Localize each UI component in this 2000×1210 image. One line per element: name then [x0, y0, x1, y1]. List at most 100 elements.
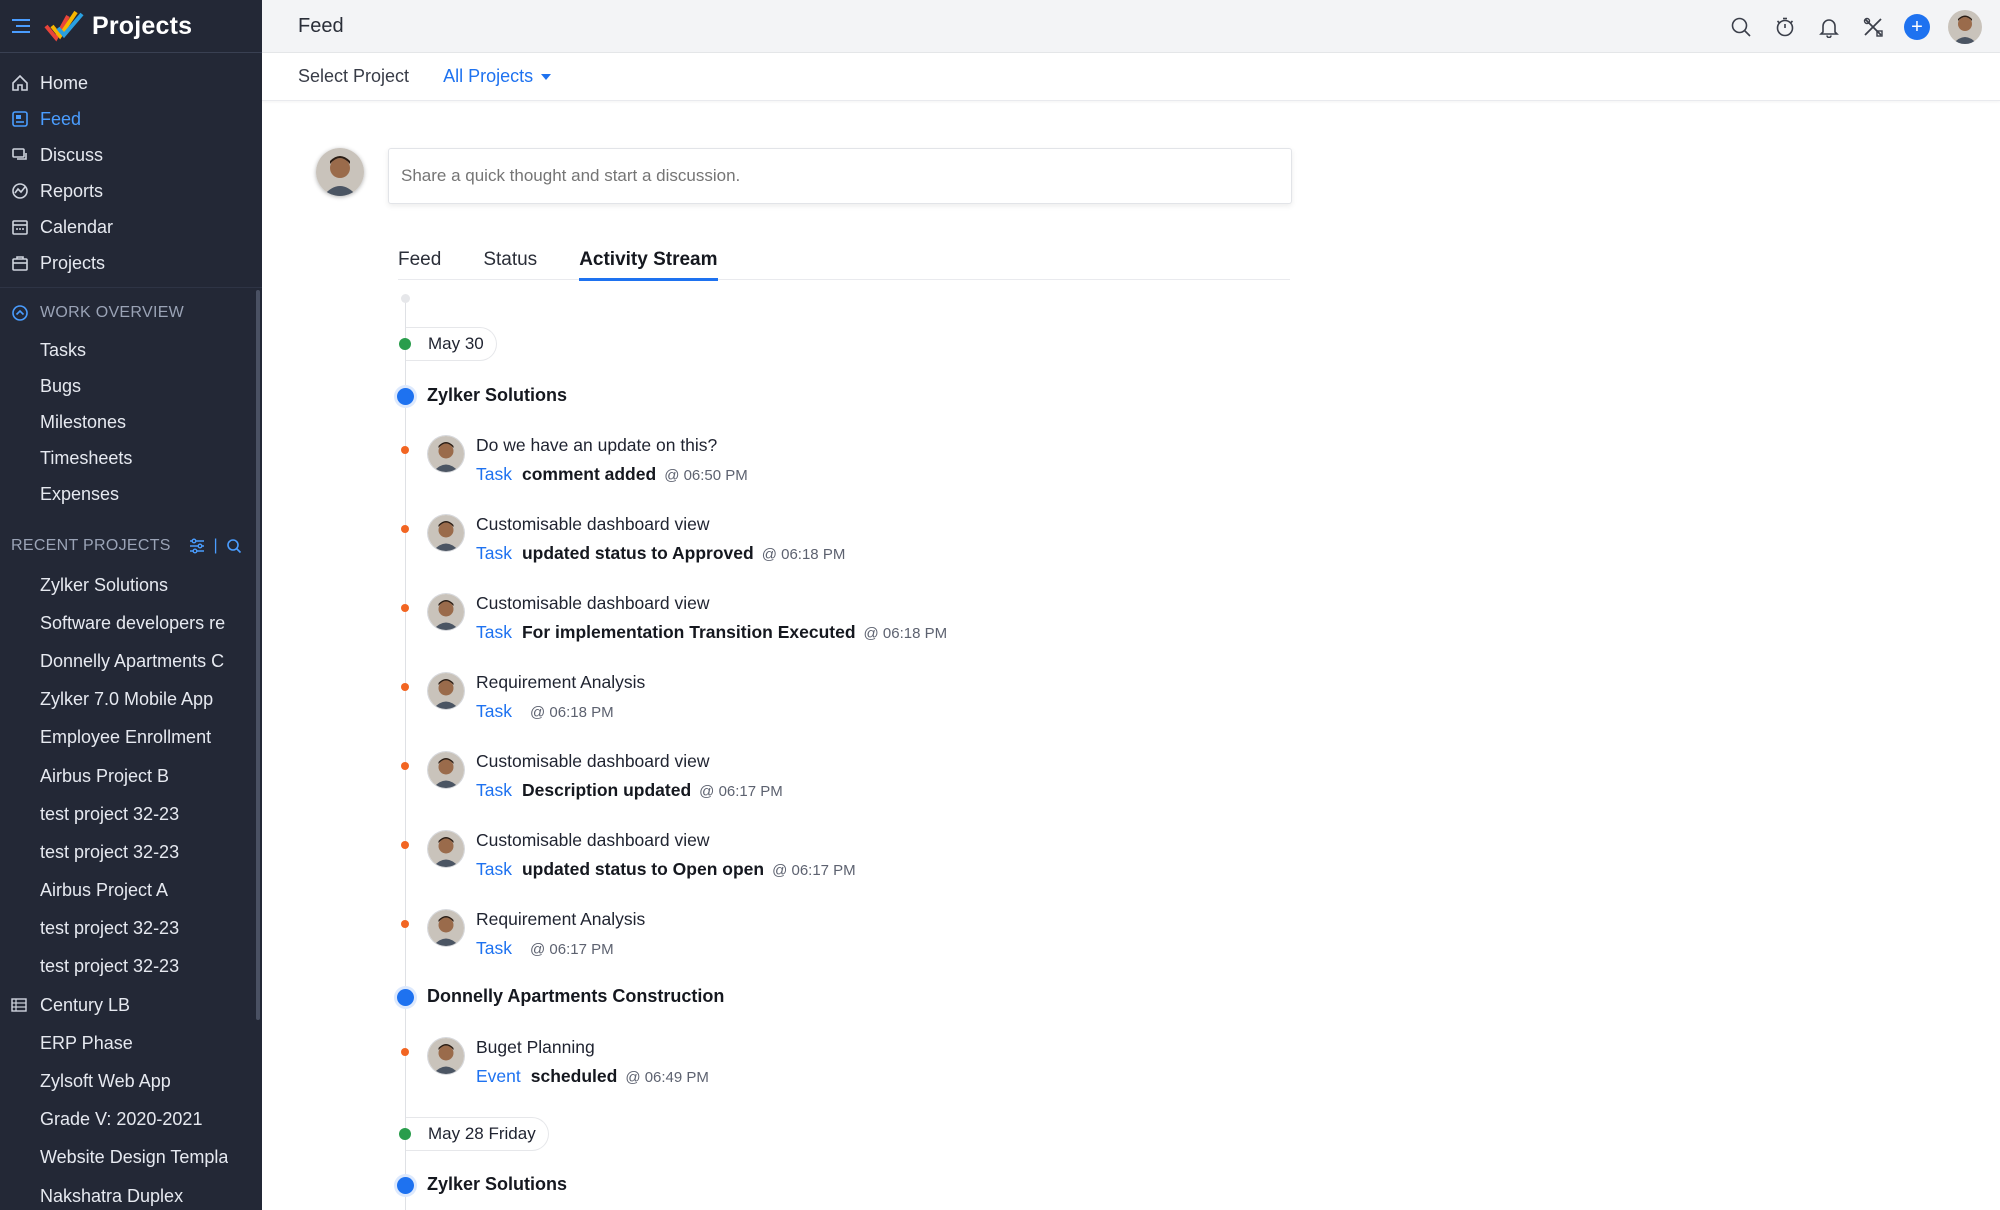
activity-type-link[interactable]: Task [476, 622, 512, 643]
activity-title[interactable]: Customisable dashboard view [476, 751, 709, 772]
timeline-start-dot [401, 294, 410, 303]
activity-dot [401, 525, 409, 533]
recent-project-item[interactable]: Donnelly Apartments C [0, 642, 228, 680]
discussion-input[interactable] [388, 148, 1292, 204]
activity-avatar [428, 673, 464, 709]
activity-type-link[interactable]: Task [476, 701, 512, 722]
user-avatar-image [428, 436, 464, 472]
nav-calendar[interactable]: Calendar [0, 209, 262, 245]
user-avatar-image [428, 910, 464, 946]
filter-settings-icon[interactable] [188, 537, 206, 555]
recent-project-item[interactable]: test project 32-23 [0, 948, 228, 986]
recent-project-item[interactable]: Zylsoft Web App [0, 1062, 228, 1100]
activity-type-link[interactable]: Task [476, 938, 512, 959]
activity-action: updated status to Approved [521, 543, 754, 563]
nav-label: Feed [40, 108, 82, 129]
nav-feed[interactable]: Feed [0, 101, 262, 137]
activity-meta: Task @ 06:18 PM [476, 701, 614, 722]
user-avatar-image [428, 673, 464, 709]
nav-reports[interactable]: Reports [0, 173, 262, 209]
timer-button[interactable] [1772, 14, 1798, 40]
recent-project-item[interactable]: Software developers re [0, 604, 228, 642]
divider: | [213, 537, 218, 554]
activity-type-link[interactable]: Task [476, 780, 512, 801]
activity-type-link[interactable]: Task [476, 464, 512, 485]
activity-time: @ 06:17 PM [699, 783, 783, 800]
work-item-bugs[interactable]: Bugs [0, 368, 262, 404]
user-avatar-image [1948, 10, 1982, 44]
activity-dot [401, 446, 409, 454]
recent-project-item[interactable]: Zylker Solutions [0, 566, 228, 604]
activity-type-link[interactable]: Task [476, 859, 512, 880]
recent-project-item[interactable]: Zylker 7.0 Mobile App [0, 681, 228, 719]
app-title: Projects [92, 11, 193, 40]
user-avatar[interactable] [1948, 10, 1982, 44]
recent-project-item[interactable]: Nakshatra Duplex [0, 1177, 228, 1210]
activity-title[interactable]: Customisable dashboard view [476, 514, 709, 535]
project-title[interactable]: Zylker Solutions [427, 385, 567, 406]
tools-button[interactable] [1860, 14, 1886, 40]
bell-icon [1819, 19, 1839, 38]
timeline-line [405, 298, 406, 1210]
caret-down-icon [541, 73, 552, 80]
project-title[interactable]: Zylker Solutions [427, 1174, 567, 1195]
work-item-tasks[interactable]: Tasks [0, 332, 262, 368]
work-item-milestones[interactable]: Milestones [0, 404, 262, 440]
activity-time: @ 06:17 PM [772, 862, 856, 879]
recent-project-item[interactable]: Employee Enrollment [0, 719, 228, 757]
work-item-expenses[interactable]: Expenses [0, 476, 262, 512]
tab-activity-stream[interactable]: Activity Stream [579, 242, 718, 281]
main-nav: Home Feed Discuss Reports Calendar Proje… [0, 53, 262, 288]
activity-title[interactable]: Buget Planning [476, 1037, 595, 1058]
activity-type-link[interactable]: Task [476, 543, 512, 564]
tools-icon [1863, 17, 1883, 37]
nav-label: Discuss [40, 144, 104, 165]
recent-project-label: Century LB [40, 994, 131, 1015]
recent-project-item-century-lb[interactable]: Century LB [0, 986, 228, 1024]
stopwatch-icon [1776, 17, 1794, 37]
nav-label: Reports [40, 180, 104, 201]
table-icon [11, 998, 27, 1012]
plus-icon: + [1911, 16, 1923, 38]
recent-project-item[interactable]: Airbus Project B [0, 757, 228, 795]
section-label: RECENT PROJECTS [11, 537, 171, 554]
activity-type-link[interactable]: Event [476, 1066, 521, 1087]
recent-project-item[interactable]: Website Design Templa [0, 1139, 228, 1177]
nav-home[interactable]: Home [0, 65, 262, 101]
feed-icon [12, 111, 28, 127]
recent-project-item[interactable]: test project 32-23 [0, 833, 228, 871]
recent-project-item[interactable]: test project 32-23 [0, 795, 228, 833]
project-dropdown[interactable]: All Projects [443, 66, 552, 87]
search-icon[interactable] [226, 538, 242, 554]
activity-meta: Task Description updated @ 06:17 PM [476, 780, 783, 801]
activity-action: updated status to Open open [521, 859, 765, 879]
project-title[interactable]: Donnelly Apartments Construction [427, 986, 724, 1007]
activity-action: For implementation Transition Executed [521, 622, 856, 642]
recent-project-item[interactable]: Grade V: 2020-2021 [0, 1101, 228, 1139]
activity-title[interactable]: Customisable dashboard view [476, 593, 709, 614]
activity-title[interactable]: Requirement Analysis [476, 672, 645, 693]
sidebar-scrollbar[interactable] [256, 290, 260, 1020]
tab-status[interactable]: Status [483, 242, 537, 280]
activity-meta: Task For implementation Transition Execu… [476, 622, 947, 643]
recent-project-item[interactable]: test project 32-23 [0, 910, 228, 948]
activity-title[interactable]: Customisable dashboard view [476, 830, 709, 851]
activity-action: Description updated [521, 780, 692, 800]
activity-meta: Task updated status to Open open @ 06:17… [476, 859, 856, 880]
work-overview-heading[interactable]: WORK OVERVIEW [0, 294, 262, 332]
nav-discuss[interactable]: Discuss [0, 137, 262, 173]
user-avatar-image [316, 148, 364, 196]
search-button[interactable] [1728, 14, 1754, 40]
activity-title[interactable]: Requirement Analysis [476, 909, 645, 930]
work-item-timesheets[interactable]: Timesheets [0, 440, 262, 476]
hamburger-menu-icon[interactable] [10, 15, 32, 37]
tab-feed[interactable]: Feed [398, 242, 441, 280]
reports-icon [12, 183, 28, 199]
add-new-button[interactable]: + [1904, 14, 1930, 40]
recent-project-item[interactable]: ERP Phase [0, 1024, 228, 1062]
nav-projects[interactable]: Projects [0, 245, 262, 281]
recent-project-item[interactable]: Airbus Project A [0, 872, 228, 910]
activity-title[interactable]: Do we have an update on this? [476, 435, 717, 456]
notifications-button[interactable] [1816, 14, 1842, 40]
activity-dot [401, 1048, 409, 1056]
